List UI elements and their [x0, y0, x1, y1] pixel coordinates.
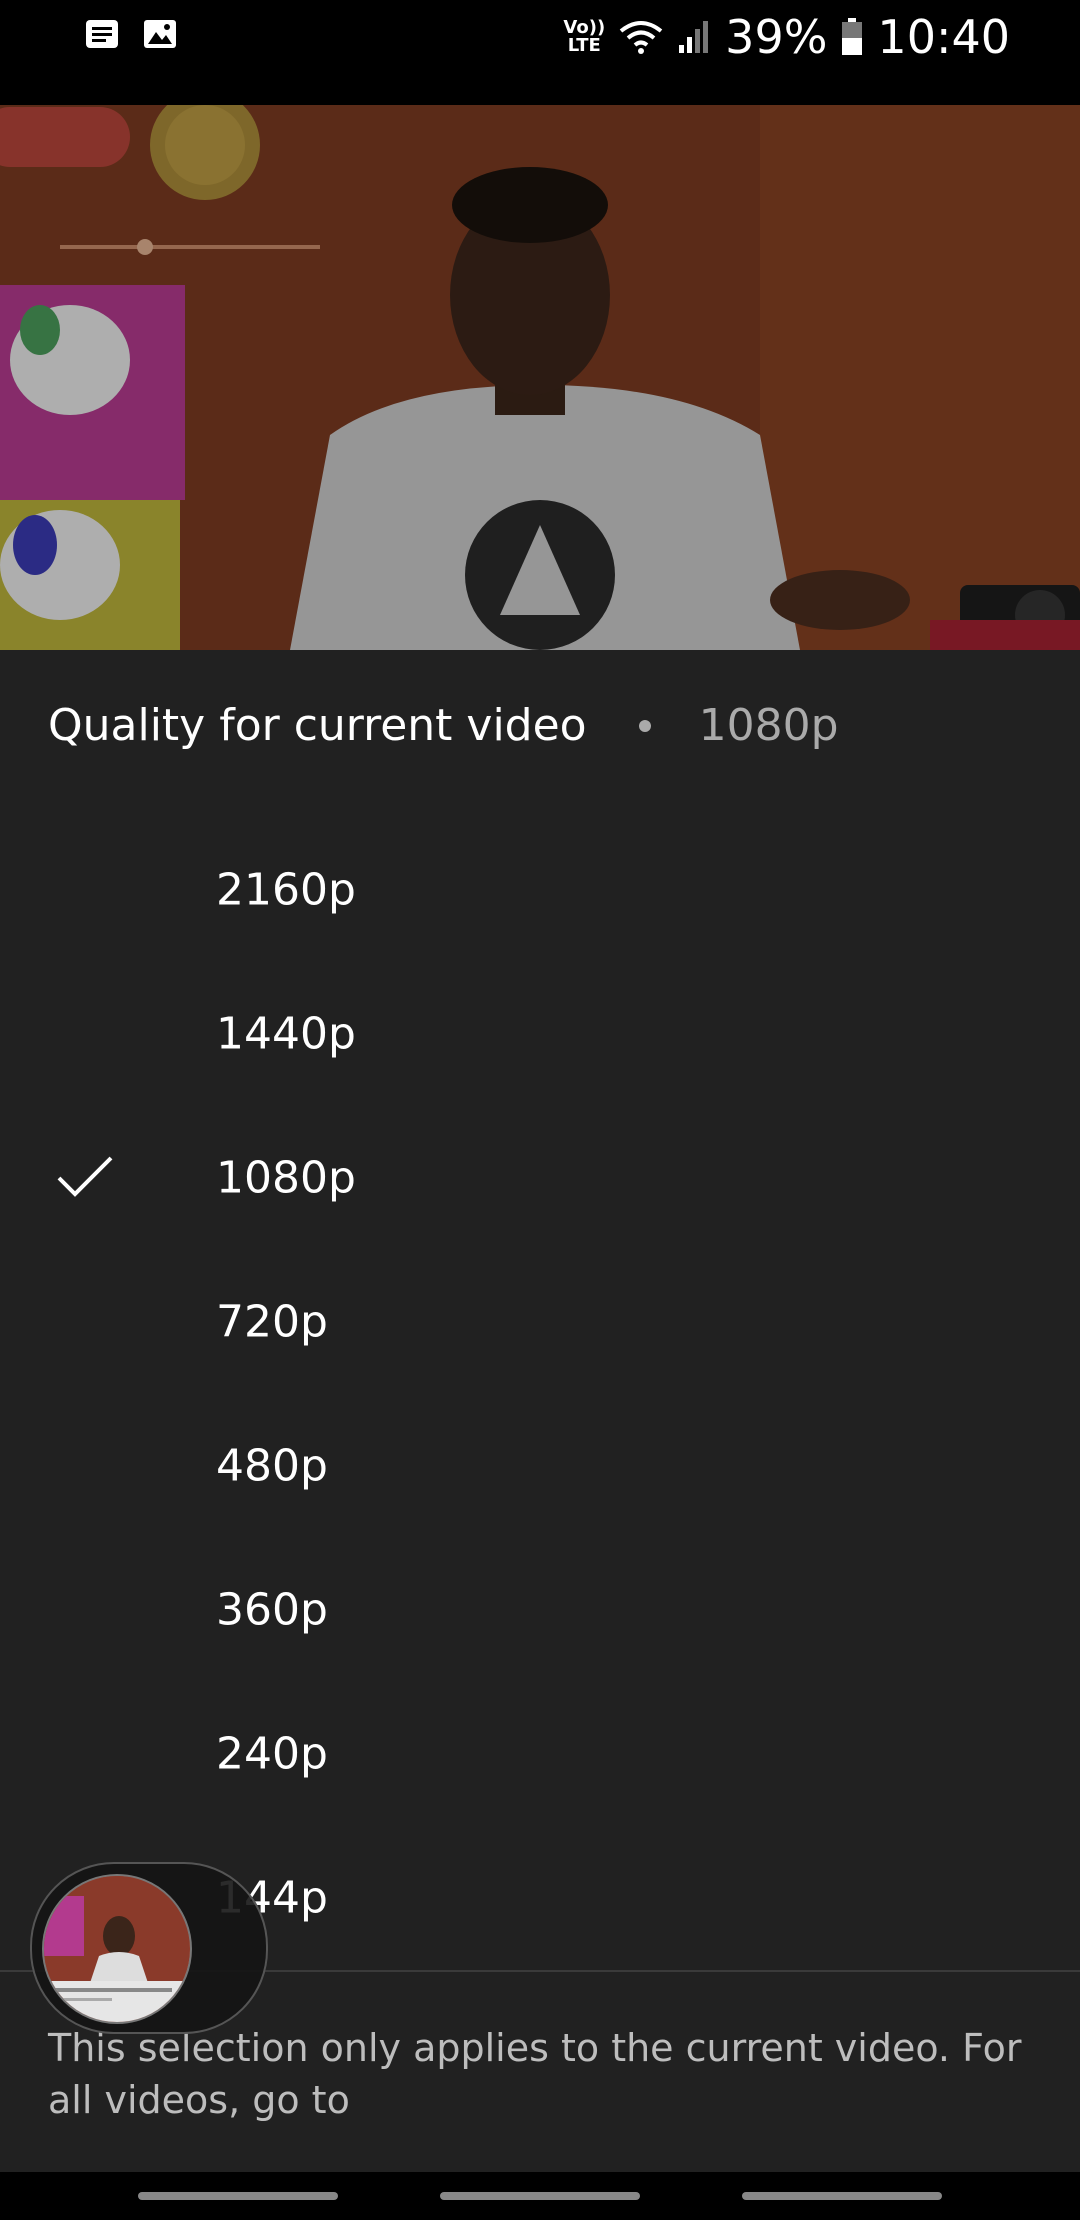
quality-option-label: 720p: [216, 1296, 328, 1348]
sheet-header: Quality for current video 1080p: [48, 700, 839, 751]
nav-recents-button[interactable]: [138, 2192, 338, 2200]
mini-player-bubble[interactable]: [30, 1862, 268, 2034]
image-icon: [142, 18, 178, 50]
selection-note: This selection only applies to the curre…: [48, 2026, 1022, 2122]
current-quality-label: 1080p: [698, 700, 839, 751]
navigation-bar: [0, 2172, 1080, 2220]
volte-indicator: Vo)) LTE: [563, 17, 606, 56]
quality-option-1080p[interactable]: 1080p: [0, 1106, 1080, 1250]
sheet-title: Quality for current video: [48, 700, 587, 751]
quality-option-label: 2160p: [216, 864, 356, 916]
quality-option-1440p[interactable]: 1440p: [0, 962, 1080, 1106]
clock: 10:40: [877, 10, 1010, 64]
separator-dot-icon: [638, 719, 651, 732]
checkmark-icon: [56, 1154, 114, 1202]
quality-option-2160p[interactable]: 2160p: [0, 818, 1080, 962]
nav-back-button[interactable]: [742, 2192, 942, 2200]
video-player[interactable]: [0, 105, 1080, 650]
quality-option-label: 240p: [216, 1728, 328, 1780]
video-dim-overlay: [0, 105, 1080, 650]
signal-icon: [677, 19, 711, 55]
quality-option-720p[interactable]: 720p: [0, 1250, 1080, 1394]
nav-home-button[interactable]: [440, 2192, 640, 2200]
quality-option-label: 1440p: [216, 1008, 356, 1060]
quality-option-label: 360p: [216, 1584, 328, 1636]
mini-player-thumbnail: [42, 1874, 192, 2024]
quality-option-480p[interactable]: 480p: [0, 1394, 1080, 1538]
quality-option-label: 480p: [216, 1440, 328, 1492]
quality-option-360p[interactable]: 360p: [0, 1538, 1080, 1682]
wifi-icon: [619, 19, 663, 55]
status-bar: Vo)) LTE 39% 10:40: [0, 0, 1080, 105]
battery-percent: 39%: [725, 10, 828, 64]
notification-icon: [84, 18, 120, 50]
battery-icon: [841, 18, 863, 56]
quality-option-240p[interactable]: 240p: [0, 1682, 1080, 1826]
quality-option-label: 1080p: [216, 1152, 356, 1204]
